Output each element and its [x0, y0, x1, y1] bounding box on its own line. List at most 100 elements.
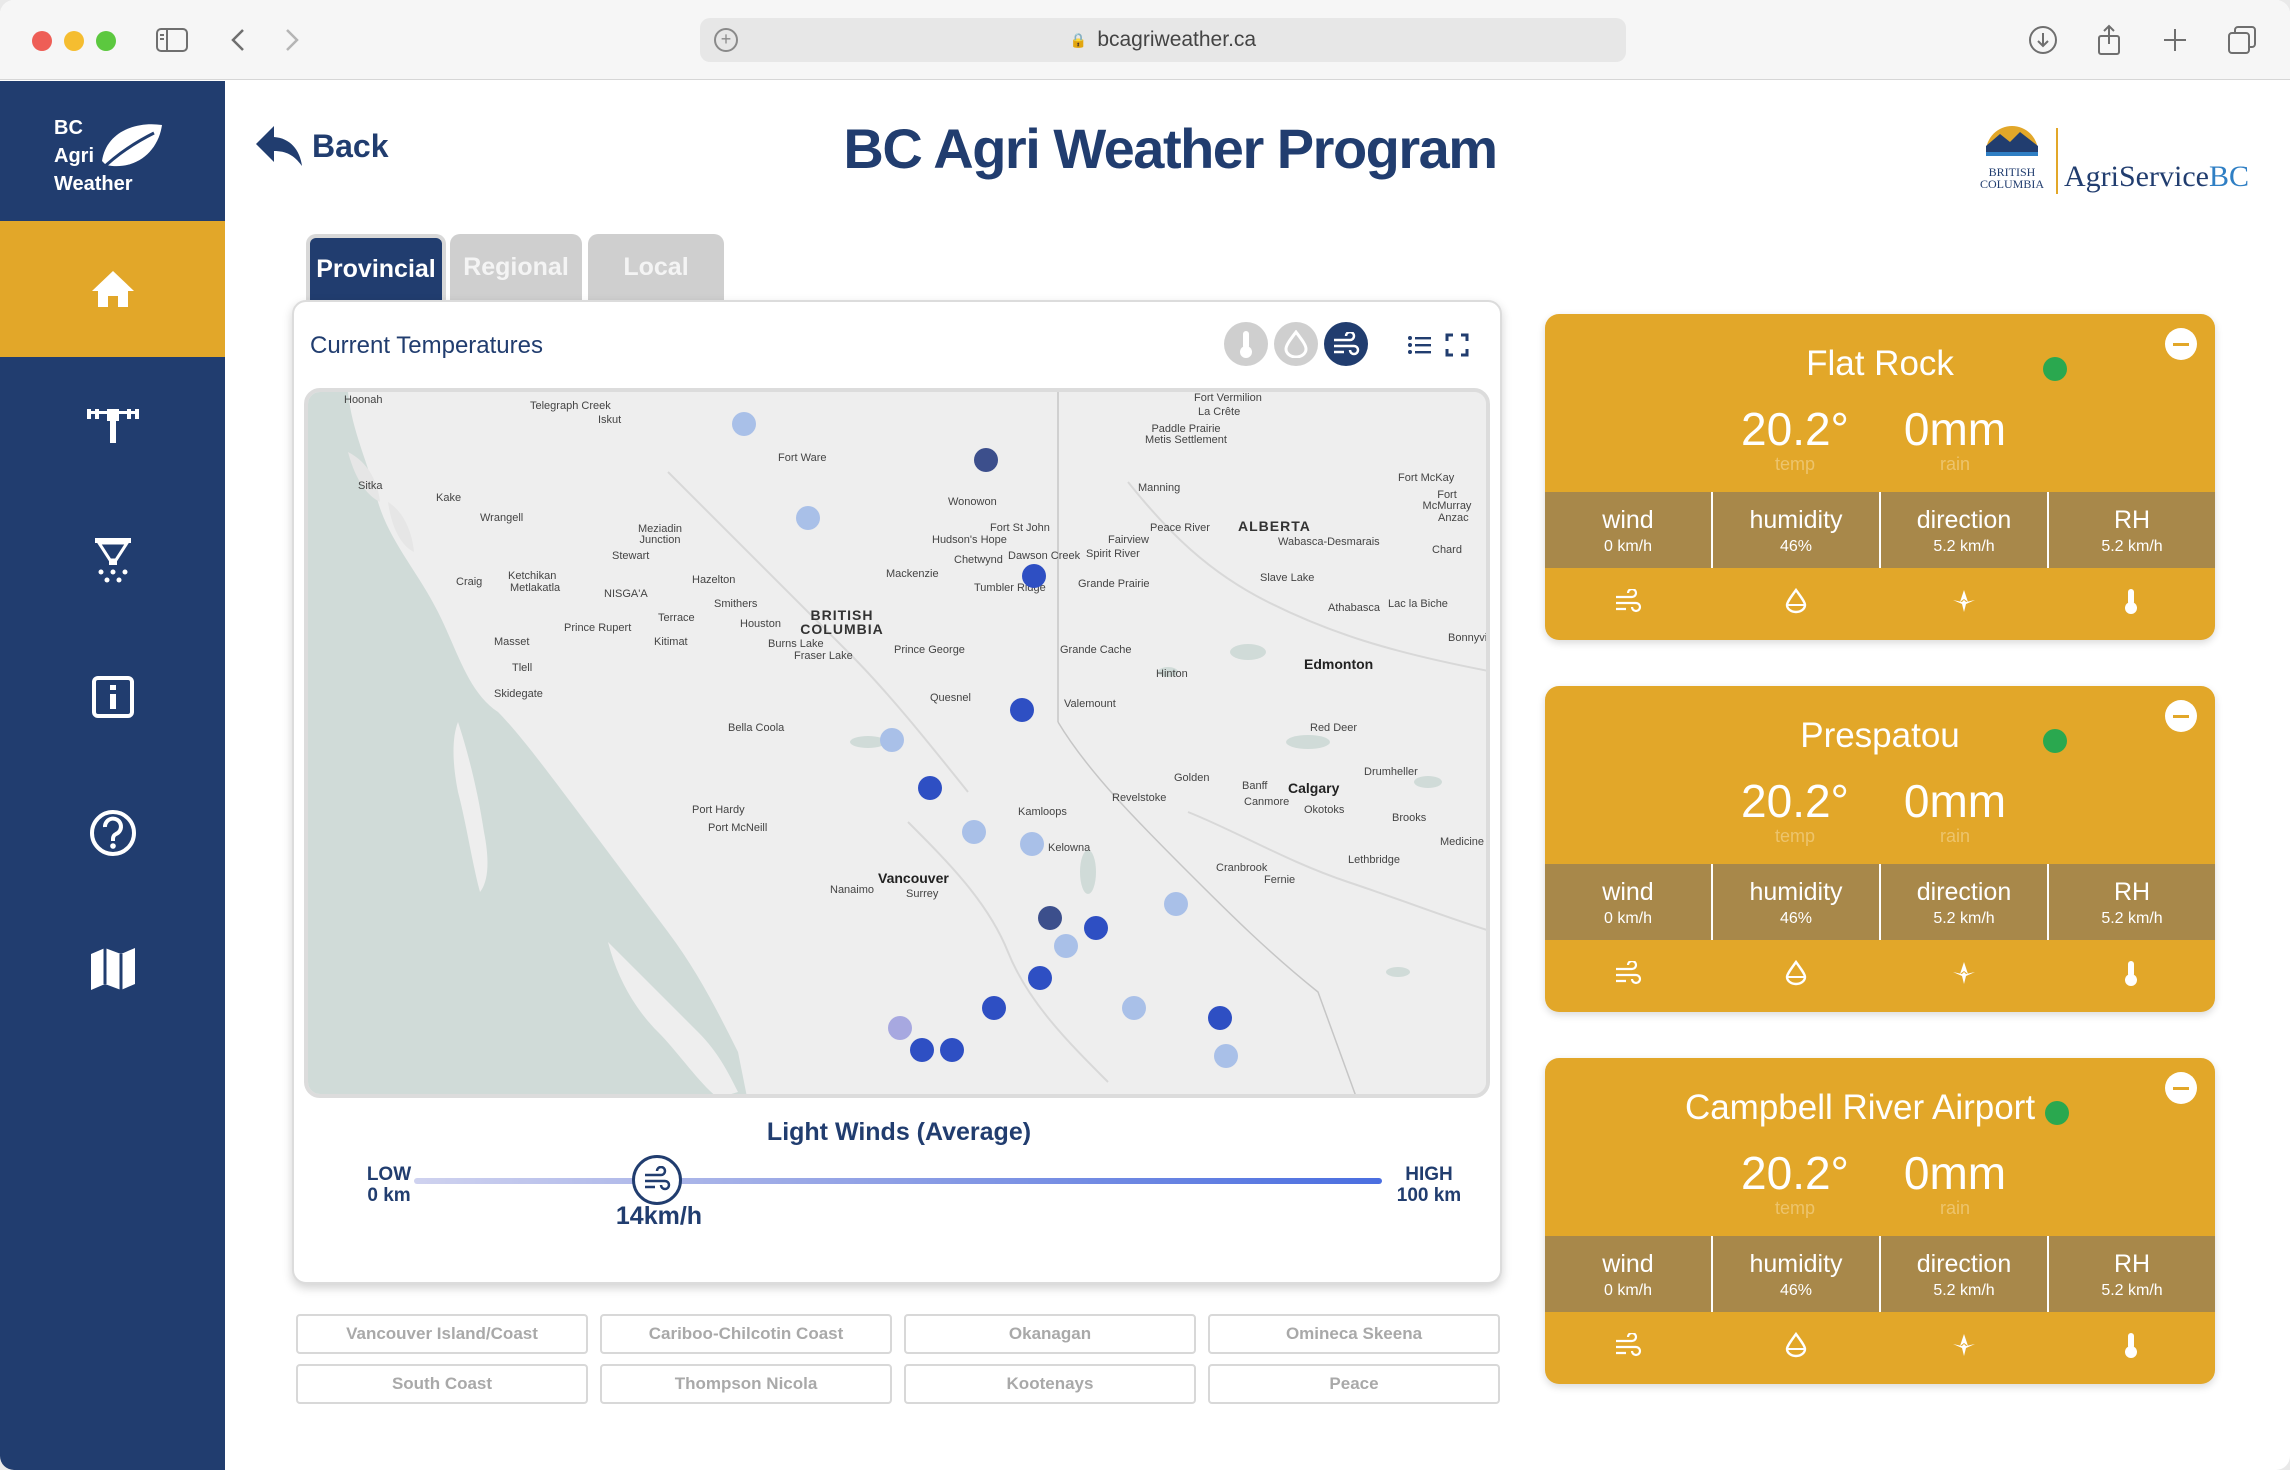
map-label: Slave Lake — [1260, 572, 1315, 584]
station-marker[interactable] — [796, 506, 820, 530]
tab-provincial[interactable]: Provincial — [306, 234, 446, 300]
station-marker[interactable] — [1164, 892, 1188, 916]
station-name: Prespatou — [1800, 716, 1960, 755]
bc-agri-weather-logo[interactable]: BC Agri Weather — [0, 81, 225, 221]
sidebar-item-map[interactable] — [0, 901, 225, 1037]
droplet-icon[interactable] — [1713, 1322, 1881, 1368]
map-label: Stewart — [612, 550, 650, 562]
station-card-campbell-river-airport[interactable]: Campbell River Airport 20.2° temp 0mm ra… — [1545, 1058, 2215, 1384]
station-marker[interactable] — [1054, 934, 1078, 958]
station-marker[interactable] — [1028, 966, 1052, 990]
map-label: Fernie — [1264, 874, 1296, 886]
sidebar-item-home[interactable] — [0, 221, 225, 357]
sidebar-item-weather-station[interactable] — [0, 357, 225, 493]
region-button-south-coast[interactable]: South Coast — [296, 1364, 588, 1404]
station-marker[interactable] — [1084, 916, 1108, 940]
station-marker[interactable] — [888, 1016, 912, 1040]
region-button-vancouver-island[interactable]: Vancouver Island/Coast — [296, 1314, 588, 1354]
station-marker[interactable] — [1214, 1044, 1238, 1068]
add-tab-circle-icon[interactable]: + — [714, 28, 738, 52]
thermometer-icon[interactable] — [2048, 578, 2216, 624]
tab-overview-icon[interactable] — [2224, 22, 2260, 58]
zoom-window-button[interactable] — [96, 31, 116, 51]
tab-local[interactable]: Local — [588, 234, 724, 300]
droplet-icon[interactable] — [1713, 578, 1881, 624]
region-button-thompson-nicola[interactable]: Thompson Nicola — [600, 1364, 892, 1404]
station-marker[interactable] — [1020, 832, 1044, 856]
direction-icon[interactable] — [1880, 950, 2048, 996]
browser-back-icon[interactable] — [226, 22, 250, 58]
region-button-kootenays[interactable]: Kootenays — [904, 1364, 1196, 1404]
leaf-icon — [98, 124, 162, 173]
tab-local-label: Local — [623, 252, 689, 281]
map-label: Paddle Prairie Metis Settlement — [1145, 423, 1227, 446]
station-marker[interactable] — [910, 1038, 934, 1062]
station-marker[interactable] — [1022, 564, 1046, 588]
wind-icon[interactable] — [1545, 578, 1713, 624]
map-label: BRITISH COLUMBIA — [800, 607, 884, 637]
back-button[interactable]: Back — [254, 124, 389, 168]
map-label: Masset — [494, 636, 530, 648]
thermometer-icon[interactable] — [2048, 1322, 2216, 1368]
fullscreen-icon[interactable] — [1442, 330, 1472, 360]
station-marker[interactable] — [1038, 906, 1062, 930]
map-label: Bonnyville — [1448, 632, 1490, 644]
collapse-card-button[interactable] — [2165, 700, 2197, 732]
weather-map[interactable]: Hoonah Telegraph Creek Iskut Fort Ware F… — [304, 388, 1490, 1098]
browser-forward-icon[interactable] — [280, 22, 304, 58]
map-label: Dawson Creek — [1008, 550, 1081, 562]
wind-icon[interactable] — [1545, 1322, 1713, 1368]
station-marker[interactable] — [1010, 698, 1034, 722]
tab-regional[interactable]: Regional — [450, 234, 582, 300]
map-label: Fraser Lake — [794, 650, 853, 662]
station-marker[interactable] — [1122, 996, 1146, 1020]
wind-layer-button[interactable] — [1324, 322, 1368, 366]
station-card-flat-rock[interactable]: Flat Rock 20.2° temp 0mm rain wind 0 km/h… — [1545, 314, 2215, 640]
temperature-layer-button[interactable] — [1224, 322, 1268, 366]
region-button-peace[interactable]: Peace — [1208, 1364, 1500, 1404]
sidebar-toggle-icon[interactable] — [154, 22, 190, 58]
direction-icon[interactable] — [1880, 578, 2048, 624]
station-marker[interactable] — [974, 448, 998, 472]
map-label: NISGA'A — [604, 588, 648, 600]
map-label: Lac la Biche — [1388, 598, 1448, 610]
droplet-icon[interactable] — [1713, 950, 1881, 996]
humidity-layer-button[interactable] — [1274, 322, 1318, 366]
sidebar-item-irrigation[interactable] — [0, 493, 225, 629]
thermometer-icon[interactable] — [2048, 950, 2216, 996]
bc-sun-crest-icon — [1986, 126, 2038, 156]
page-title: BC Agri Weather Program — [843, 117, 1498, 180]
wind-icon[interactable] — [1545, 950, 1713, 996]
station-marker[interactable] — [940, 1038, 964, 1062]
map-label: Kamloops — [1018, 806, 1067, 818]
station-marker[interactable] — [732, 412, 756, 436]
minimize-window-button[interactable] — [64, 31, 84, 51]
share-icon[interactable] — [2092, 22, 2126, 58]
list-view-icon[interactable] — [1404, 330, 1434, 360]
map-label: Chard — [1432, 544, 1462, 556]
station-card-prespatou[interactable]: Prespatou 20.2° temp 0mm rain wind 0 km/h… — [1545, 686, 2215, 1012]
new-tab-icon[interactable] — [2158, 22, 2192, 58]
address-bar[interactable]: + 🔒 bcagriweather.ca — [700, 18, 1626, 62]
sidebar-item-info[interactable] — [0, 629, 225, 765]
region-button-omineca-skeena[interactable]: Omineca Skeena — [1208, 1314, 1500, 1354]
map-label: Wrangell — [480, 512, 524, 524]
download-icon[interactable] — [2026, 22, 2060, 58]
wind-scale-knob[interactable] — [632, 1155, 682, 1205]
map-icon — [90, 948, 135, 990]
station-marker[interactable] — [982, 996, 1006, 1020]
station-marker[interactable] — [962, 820, 986, 844]
sidebar-item-help[interactable] — [0, 765, 225, 901]
collapse-card-button[interactable] — [2165, 1072, 2197, 1104]
collapse-card-button[interactable] — [2165, 328, 2197, 360]
station-marker[interactable] — [880, 728, 904, 752]
wind-icon — [645, 1166, 671, 1191]
station-marker[interactable] — [918, 776, 942, 800]
wind-current-value: 14km/h — [615, 1202, 703, 1230]
agriservice-bc-logo: BRITISH COLUMBIA AgriServiceBC — [1976, 122, 2249, 202]
station-marker[interactable] — [1208, 1006, 1232, 1030]
region-button-cariboo[interactable]: Cariboo-Chilcotin Coast — [600, 1314, 892, 1354]
close-window-button[interactable] — [32, 31, 52, 51]
direction-icon[interactable] — [1880, 1322, 2048, 1368]
region-button-okanagan[interactable]: Okanagan — [904, 1314, 1196, 1354]
